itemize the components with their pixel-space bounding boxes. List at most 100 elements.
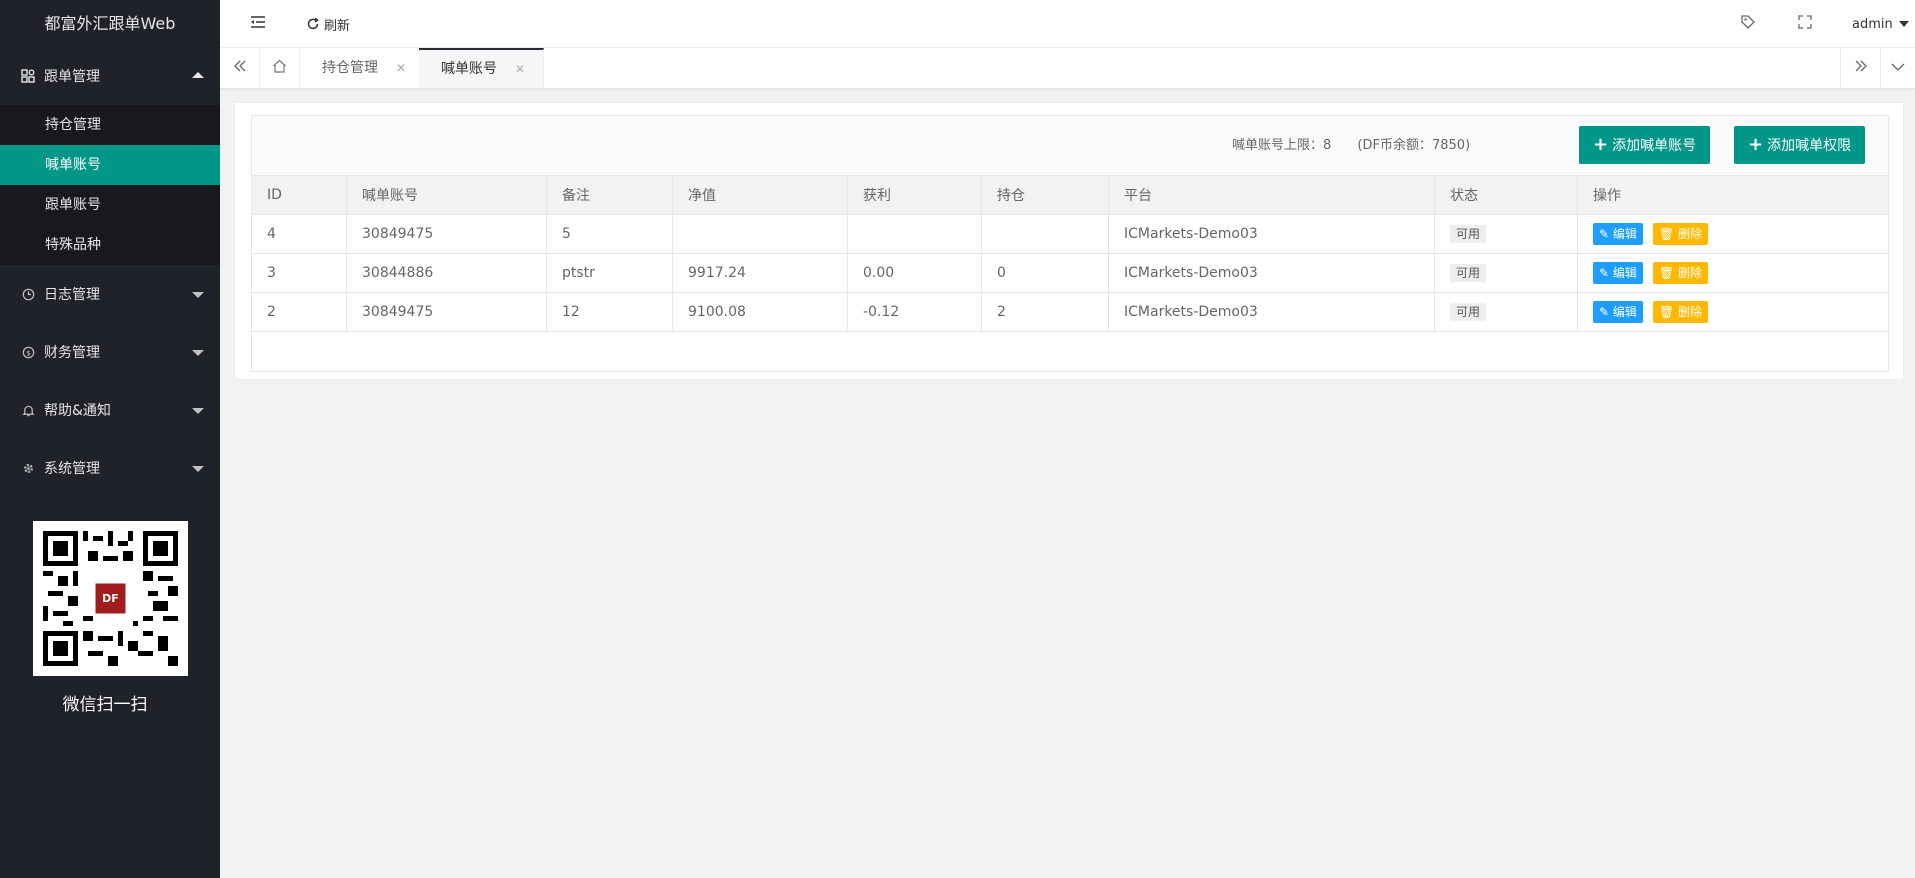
tabs-scroll-right-button[interactable] <box>1840 48 1880 88</box>
fullscreen-button[interactable] <box>1798 0 1812 48</box>
plus-icon: + <box>1748 134 1764 155</box>
delete-label: 删除 <box>1677 305 1702 319</box>
cell-status: 可用 <box>1434 253 1578 293</box>
qr-logo-text: DF <box>102 592 119 605</box>
cell-position <box>981 214 1109 254</box>
refresh-icon <box>306 17 320 31</box>
grid-icon <box>20 68 36 84</box>
delete-button[interactable]: 🗑 删除 <box>1652 223 1708 245</box>
close-icon[interactable]: ✕ <box>396 61 406 75</box>
cell-account: 30849475 <box>346 214 547 254</box>
sidebar: 都富外汇跟单Web 跟单管理 持仓管理 喊单账号 跟单账号 特殊品种 日志管理 … <box>0 0 220 878</box>
tag-icon <box>1740 14 1756 34</box>
column-header[interactable]: 状态 <box>1434 175 1578 215</box>
tab-signal-accounts[interactable]: 喊单账号 ✕ <box>419 48 545 88</box>
add-signal-permission-button[interactable]: + 添加喊单权限 <box>1734 126 1866 164</box>
edit-label: 编辑 <box>1612 305 1637 319</box>
cell-remark: 12 <box>546 292 673 332</box>
column-header[interactable]: 净值 <box>672 175 848 215</box>
trash-icon: 🗑 <box>1658 305 1678 319</box>
nav-group-label: 日志管理 <box>44 287 100 303</box>
tab-label: 喊单账号 <box>441 61 497 77</box>
tab-positions[interactable]: 持仓管理 ✕ <box>300 48 426 88</box>
trash-icon: 🗑 <box>1658 266 1678 280</box>
cell-status: 可用 <box>1434 292 1578 332</box>
plus-icon: + <box>1593 134 1609 155</box>
trash-icon: 🗑 <box>1658 227 1678 241</box>
app-logo-title: 都富外汇跟单Web <box>44 14 176 33</box>
edit-button[interactable]: ✎ 编辑 <box>1593 223 1643 245</box>
tag-button[interactable] <box>1740 0 1756 48</box>
delete-label: 删除 <box>1677 266 1702 280</box>
column-header[interactable]: 备注 <box>546 175 673 215</box>
gear-icon <box>20 460 36 476</box>
sidebar-item-signal-accounts[interactable]: 喊单账号 <box>0 145 220 185</box>
cell-equity <box>672 214 848 254</box>
column-header[interactable]: 获利 <box>847 175 982 215</box>
nav-group-label: 跟单管理 <box>44 69 100 85</box>
nav-group-help[interactable]: 帮助&通知 <box>0 381 220 439</box>
cell-remark: ptstr <box>546 253 673 293</box>
cell-profit: -0.12 <box>847 292 982 332</box>
caret-down-icon <box>1898 21 1909 27</box>
menu-fold-icon <box>250 15 266 33</box>
edit-button[interactable]: ✎ 编辑 <box>1593 262 1643 284</box>
nav-group-label: 财务管理 <box>44 345 100 361</box>
column-header[interactable]: 喊单账号 <box>346 175 547 215</box>
column-header[interactable]: 持仓 <box>981 175 1109 215</box>
cell-actions: ✎ 编辑 🗑 删除 <box>1577 292 1889 332</box>
sidebar-item-special-symbols[interactable]: 特殊品种 <box>0 225 220 265</box>
cell-account: 30844886 <box>346 253 547 293</box>
column-header[interactable]: 平台 <box>1108 175 1435 215</box>
tab-home[interactable] <box>260 48 300 88</box>
nav-group-system[interactable]: 系统管理 <box>0 439 220 497</box>
cell-platform: ICMarkets-Demo03 <box>1108 292 1435 332</box>
edit-label: 编辑 <box>1612 227 1637 241</box>
delete-button[interactable]: 🗑 删除 <box>1652 301 1708 323</box>
cell-id: 4 <box>251 214 347 254</box>
account-limit-info: 喊单账号上限：8 (DF币余额：7850) <box>1232 116 1470 176</box>
sidebar-item-follow-accounts[interactable]: 跟单账号 <box>0 185 220 225</box>
account-limit-text: 喊单账号上限：8 <box>1232 138 1332 153</box>
button-label: 添加喊单账号 <box>1612 138 1697 154</box>
table-row: 2 30849475 12 9100.08 -0.12 2 ICMarkets-… <box>251 292 1889 332</box>
tabs-scroll-left-button[interactable] <box>220 48 260 88</box>
toggle-sidebar-button[interactable] <box>250 0 266 48</box>
nav-submenu: 持仓管理 喊单账号 跟单账号 特殊品种 <box>0 105 220 265</box>
username: admin <box>1852 16 1893 32</box>
bell-icon <box>20 402 36 418</box>
cell-actions: ✎ 编辑 🗑 删除 <box>1577 253 1889 293</box>
delete-button[interactable]: 🗑 删除 <box>1652 262 1708 284</box>
refresh-label: 刷新 <box>324 18 351 34</box>
double-chevron-right-icon <box>1854 59 1868 77</box>
dollar-icon: $ <box>20 344 36 360</box>
balance-text: (DF币余额：7850) <box>1357 138 1471 153</box>
nav-group-finance[interactable]: $ 财务管理 <box>0 323 220 381</box>
status-badge: 可用 <box>1450 225 1487 243</box>
close-icon[interactable]: ✕ <box>515 62 525 76</box>
table-row: 3 30844886 ptstr 9917.24 0.00 0 ICMarket… <box>251 253 1889 293</box>
column-header[interactable]: ID <box>251 175 347 215</box>
nav-group-follow-management[interactable]: 跟单管理 <box>0 47 220 105</box>
double-chevron-left-icon <box>233 59 247 77</box>
user-menu[interactable]: admin <box>1852 0 1909 48</box>
status-badge: 可用 <box>1450 264 1487 282</box>
pencil-icon: ✎ <box>1599 305 1613 319</box>
nav-group-label: 系统管理 <box>44 461 100 477</box>
tabs-dropdown-button[interactable] <box>1880 48 1915 88</box>
fullscreen-icon <box>1798 15 1812 33</box>
refresh-button[interactable]: 刷新 <box>306 0 350 48</box>
add-signal-account-button[interactable]: + 添加喊单账号 <box>1579 126 1711 164</box>
sidebar-item-positions[interactable]: 持仓管理 <box>0 105 220 145</box>
table-footer-row <box>251 331 1889 372</box>
top-header: 刷新 admin <box>220 0 1915 48</box>
column-header[interactable]: 操作 <box>1577 175 1889 215</box>
tab-label: 持仓管理 <box>322 60 378 76</box>
nav-group-logs[interactable]: 日志管理 <box>0 265 220 323</box>
home-icon <box>272 59 287 77</box>
qr-caption: 微信扫一扫 <box>62 695 148 715</box>
cell-id: 2 <box>251 292 347 332</box>
delete-label: 删除 <box>1677 227 1702 241</box>
edit-button[interactable]: ✎ 编辑 <box>1593 301 1643 323</box>
content-card: 喊单账号上限：8 (DF币余额：7850) + 添加喊单账号 + 添加喊单权限 ID… <box>234 102 1904 380</box>
